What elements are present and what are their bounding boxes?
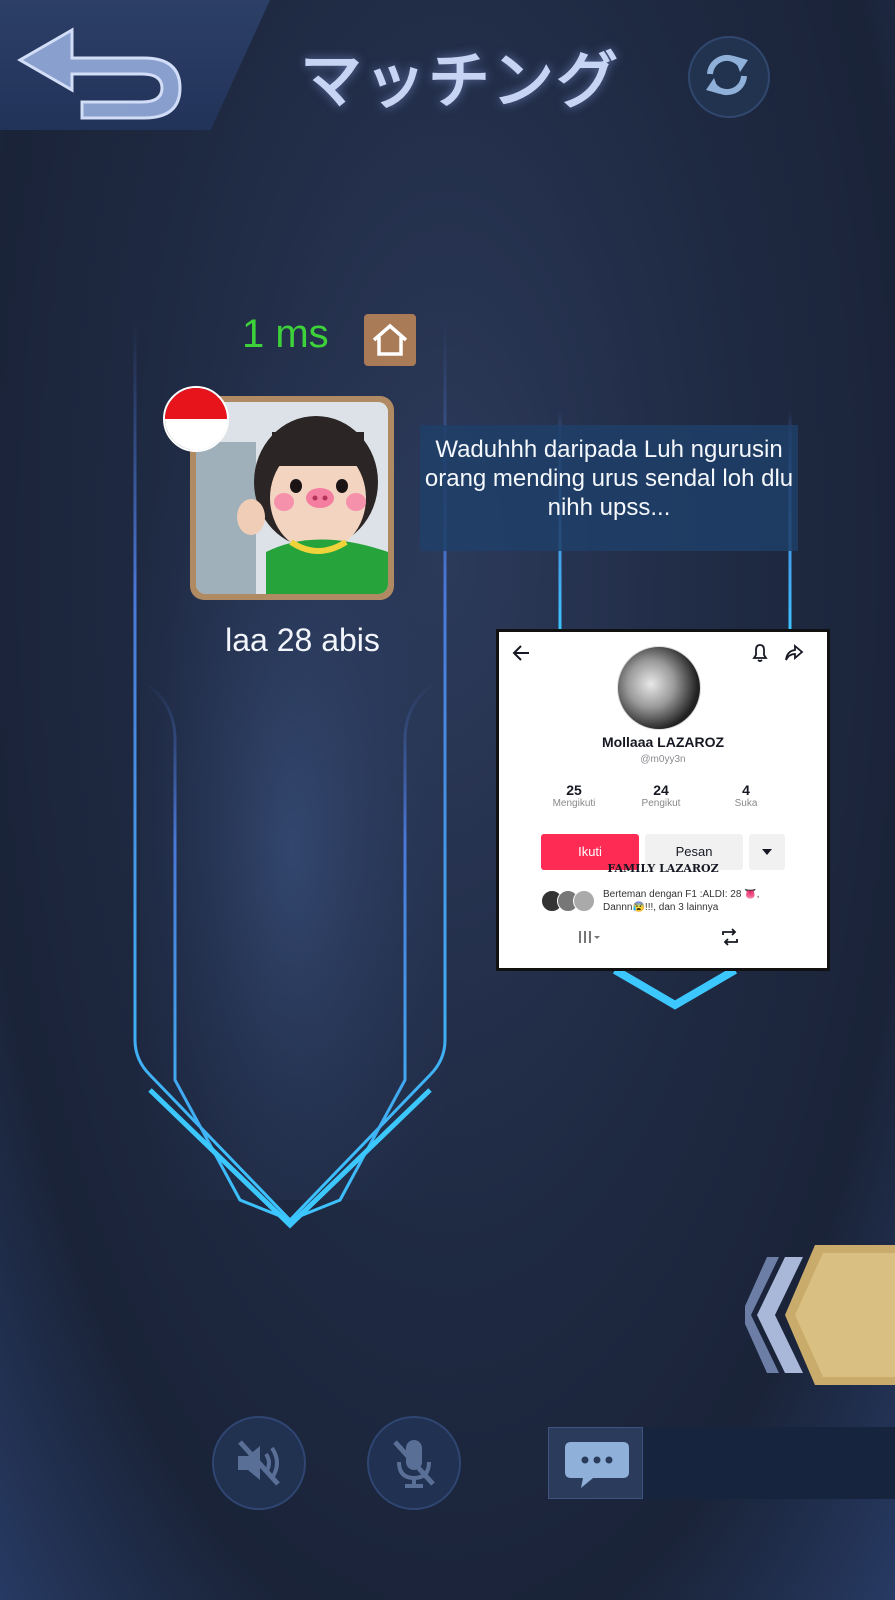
stat-label: Suka: [734, 798, 758, 809]
indonesia-flag-icon: [163, 386, 229, 452]
stat-label: Mengikuti: [552, 798, 596, 809]
profile-display-name: Mollaaa LAZAROZ: [601, 734, 725, 750]
player-name: laa 28 abis: [225, 622, 380, 658]
mutual-friends-line2: Dannn😰!!!, dan 3 lainnya: [603, 902, 719, 913]
bell-icon[interactable]: [749, 642, 771, 664]
start-match-button[interactable]: [741, 1245, 895, 1385]
friend-avatars: [541, 890, 597, 912]
share-icon[interactable]: [783, 642, 805, 664]
chat-bubble: Waduhhh daripada Luh ngurusin orang mend…: [420, 425, 798, 551]
profile-avatar[interactable]: [617, 646, 701, 730]
home-icon: [364, 314, 416, 366]
mutual-friends-text[interactable]: Berteman dengan F1 :ALDI: 28 👅, Dannn😰!!…: [603, 888, 823, 914]
repost-tab-icon[interactable]: [719, 926, 741, 948]
profile-card: Mollaaa LAZAROZ @m0yy3n 25 Mengikuti 24 …: [496, 629, 830, 971]
profile-username: @m0yy3n: [640, 754, 686, 765]
stat-following[interactable]: 25 Mengikuti: [539, 782, 609, 809]
chat-button[interactable]: [548, 1427, 643, 1499]
mic-toggle-button[interactable]: [367, 1416, 461, 1510]
stat-likes[interactable]: 4 Suka: [711, 782, 781, 809]
stat-value: 4: [742, 782, 750, 798]
speaker-muted-icon: [238, 1440, 280, 1486]
stat-value: 25: [566, 782, 582, 798]
chat-icon: [565, 1442, 629, 1488]
profile-bio: FAMILY LAZAROZ: [607, 862, 719, 875]
stat-followers[interactable]: 24 Pengikut: [626, 782, 696, 809]
videos-tab-icon[interactable]: [577, 928, 603, 946]
player-lane-frame: [133, 320, 828, 1229]
speaker-toggle-button[interactable]: [212, 1416, 306, 1510]
mic-muted-icon: [393, 1440, 435, 1488]
stat-label: Pengikut: [641, 798, 681, 809]
mutual-friends-line1: Berteman dengan F1 :ALDI: 28 👅,: [603, 889, 760, 900]
back-arrow-icon[interactable]: [511, 642, 533, 664]
ping-value: 1 ms: [242, 312, 329, 356]
stat-value: 24: [653, 782, 669, 798]
